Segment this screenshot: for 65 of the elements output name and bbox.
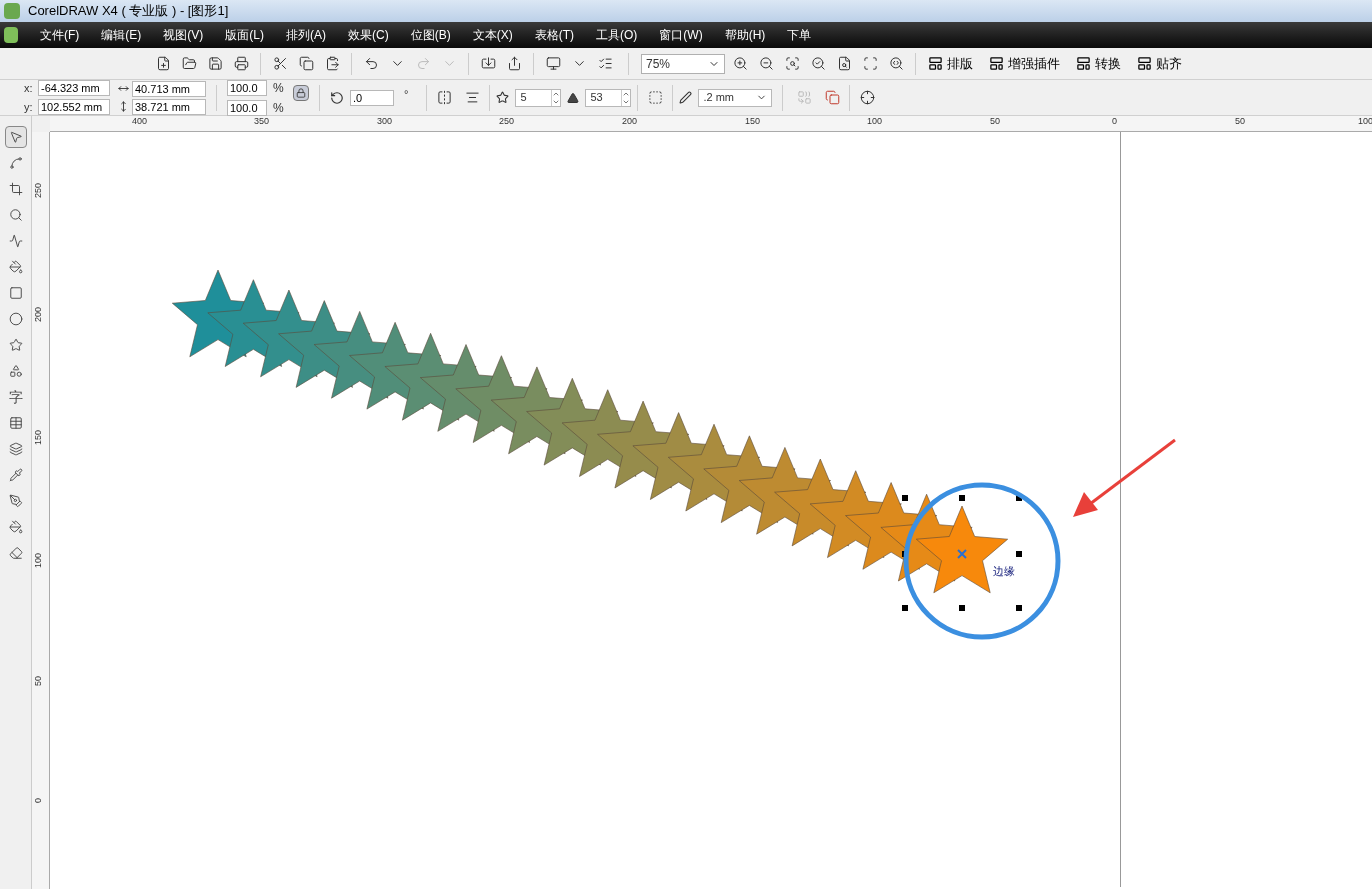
rotation-icon: [330, 90, 344, 105]
app-logo-icon: [4, 3, 20, 19]
points-spinner[interactable]: 5: [515, 88, 562, 107]
plugin-button[interactable]: 排版: [924, 52, 977, 75]
menu-item[interactable]: 工具(O): [594, 26, 640, 44]
plugin-button[interactable]: 增强插件: [985, 52, 1064, 75]
x-position-field[interactable]: -64.323 mm: [38, 80, 110, 97]
ruler-label: 200: [33, 307, 43, 323]
ruler-label: 100: [1358, 116, 1372, 126]
window-title: CorelDRAW X4 ( 专业版 ) - [图形1]: [28, 2, 229, 21]
menu-item[interactable]: 帮助(H): [722, 26, 768, 44]
plugin-icon: [989, 56, 1004, 71]
y-position-field[interactable]: 102.552 mm: [38, 98, 110, 115]
ruler-label: 50: [33, 676, 43, 686]
degree-sign: °: [404, 87, 409, 103]
zoom-level-dropdown[interactable]: 75%: [641, 53, 725, 74]
height-icon: [118, 101, 129, 112]
menu-item[interactable]: 排列(A): [284, 26, 328, 44]
plugin-icon: [1076, 56, 1091, 71]
width-field[interactable]: 40.713 mm: [132, 80, 206, 97]
ruler-label: 400: [132, 116, 148, 126]
plugin-icon: [1137, 56, 1152, 71]
x-label: x:: [24, 81, 34, 96]
plugin-icon: [928, 56, 943, 71]
ruler-label: 350: [254, 116, 270, 126]
ruler-label: 50: [1235, 116, 1245, 126]
percent-sign: %: [273, 79, 285, 97]
menu-item[interactable]: 文件(F): [38, 26, 82, 44]
height-field[interactable]: 38.721 mm: [132, 98, 206, 115]
ruler-label: 100: [867, 116, 883, 126]
scale-y-field[interactable]: 100.0: [227, 99, 267, 116]
menu-item[interactable]: 下单: [785, 26, 814, 44]
ruler-label: 300: [377, 116, 393, 126]
ruler-label: 100: [33, 553, 43, 569]
sharpness-icon: [567, 91, 580, 104]
ruler-label: 50: [990, 116, 1000, 126]
menu-item[interactable]: 视图(V): [161, 26, 206, 44]
width-icon: [118, 83, 129, 94]
menu-item[interactable]: 位图(B): [408, 26, 453, 44]
plugin-button[interactable]: 转换: [1072, 52, 1125, 75]
menu-item[interactable]: 编辑(E): [99, 26, 144, 44]
ruler-label: 250: [499, 116, 515, 126]
lock-ratio-icon[interactable]: [293, 84, 309, 101]
menu-item[interactable]: 文本(X): [470, 26, 515, 44]
text-tool[interactable]: 字: [4, 386, 27, 408]
menu-item[interactable]: 窗口(W): [657, 26, 705, 44]
ruler-label: 0: [1112, 116, 1117, 126]
plugin-button[interactable]: 贴齐: [1133, 52, 1186, 75]
outline-pen-icon: [679, 91, 693, 104]
menu-item[interactable]: 效果(C): [346, 26, 391, 44]
menu-item[interactable]: 版面(L): [223, 26, 266, 44]
star-points-icon: [496, 91, 510, 104]
pointer-icon[interactable]: [4, 126, 27, 148]
menu-item[interactable]: 表格(T): [532, 26, 576, 44]
rotation-field[interactable]: .0: [350, 89, 394, 106]
ruler-label: 150: [745, 116, 761, 126]
ruler-label: 0: [33, 798, 43, 803]
ruler-label: 250: [33, 183, 43, 199]
percent-sign: %: [273, 99, 285, 117]
cursor-snap-label: 边缘: [993, 565, 1015, 577]
ruler-label: 200: [622, 116, 638, 126]
sharpness-spinner[interactable]: 53: [585, 88, 632, 107]
outline-width-dropdown[interactable]: .2 mm: [698, 88, 773, 107]
y-label: y:: [24, 99, 34, 115]
ruler-label: 150: [33, 430, 43, 446]
